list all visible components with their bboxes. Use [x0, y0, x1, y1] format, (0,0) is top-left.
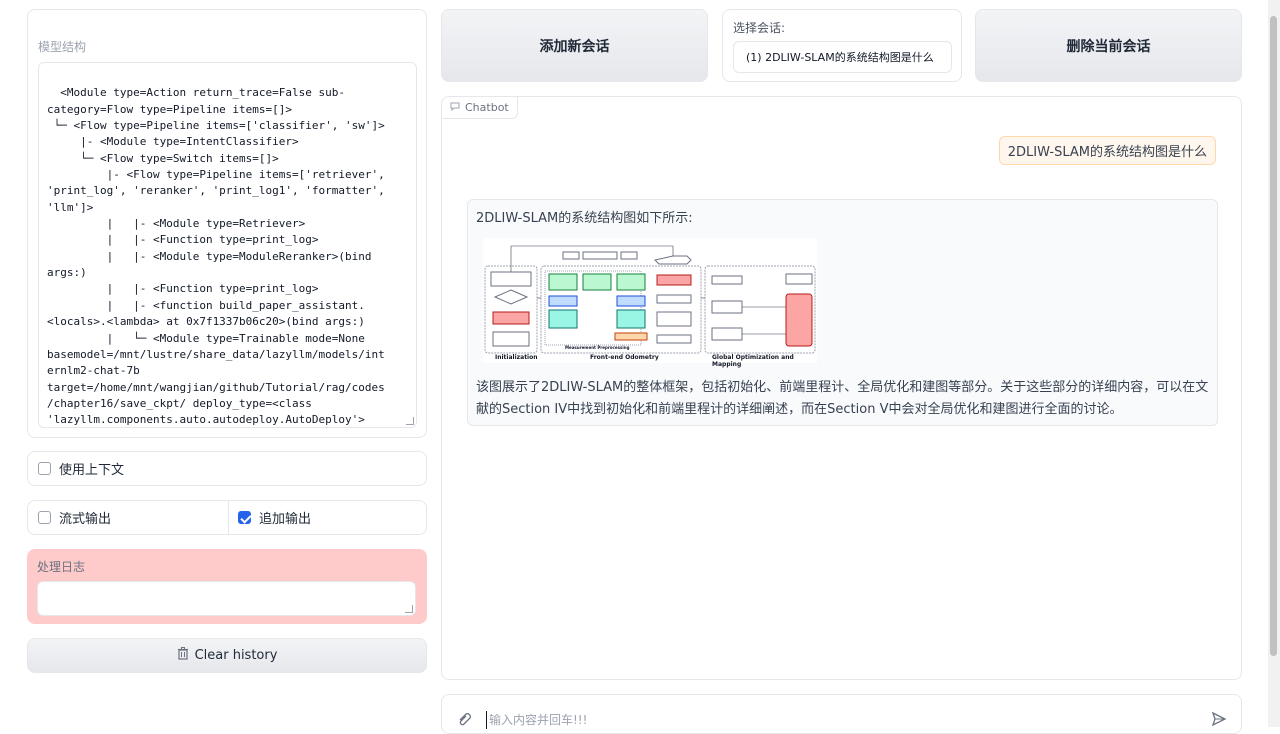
chat-input-panel: 输入内容并回车!!! [441, 694, 1242, 734]
model-structure-text: <Module type=Action return_trace=False s… [47, 86, 385, 427]
add-session-label: 添加新会话 [539, 38, 610, 55]
use-context-checkbox[interactable] [38, 462, 51, 475]
append-output-label: 追加输出 [259, 512, 312, 527]
slam-system-diagram: Initialization Measurement Preprocessing… [483, 238, 817, 368]
resize-handle-icon[interactable] [406, 417, 414, 425]
delete-session-button[interactable]: 删除当前会话 [975, 9, 1242, 82]
session-dropdown[interactable]: (1) 2DLIW-SLAM的系统结构图是什么 [733, 41, 952, 73]
append-output-checkbox[interactable] [238, 511, 251, 524]
diagram-label-init: Initialization [495, 354, 538, 361]
options-divider [228, 501, 229, 534]
log-panel: 处理日志 [27, 549, 427, 624]
stream-output-label: 流式输出 [59, 512, 112, 527]
use-context-panel: 使用上下文 [27, 451, 427, 486]
session-select-panel: 选择会话: (1) 2DLIW-SLAM的系统结构图是什么 [722, 9, 962, 82]
chatbot-panel: Chatbot 2DLIW-SLAM的系统结构图是什么 2DLIW-SLAM的系… [441, 96, 1242, 680]
chat-input-placeholder: 输入内容并回车!!! [489, 713, 588, 727]
log-label: 处理日志 [37, 560, 86, 574]
page-scrollbar-thumb[interactable] [1270, 16, 1277, 656]
send-icon[interactable] [1211, 711, 1227, 731]
clear-history-label: Clear history [194, 648, 278, 663]
log-resize-icon[interactable] [405, 605, 413, 613]
bot-intro-text: 2DLIW-SLAM的系统结构图如下所示: [476, 211, 693, 226]
diagram-label-global: Global Optimization and Mapping [712, 354, 794, 368]
chat-input[interactable]: 输入内容并回车!!! [486, 711, 1186, 729]
user-message: 2DLIW-SLAM的系统结构图是什么 [998, 136, 1216, 165]
select-session-label: 选择会话: [733, 21, 786, 35]
log-textarea[interactable] [37, 581, 416, 616]
diagram-label-frontend: Front-end Odometry [590, 354, 659, 361]
selected-session-text: (1) 2DLIW-SLAM的系统结构图是什么 [746, 51, 934, 64]
chatbot-tag: Chatbot [442, 97, 518, 119]
stream-output-checkbox[interactable] [38, 511, 51, 524]
trash-icon [177, 647, 189, 664]
page-scrollbar[interactable] [1268, 0, 1280, 727]
use-context-label: 使用上下文 [59, 463, 125, 478]
chatbot-label: Chatbot [465, 101, 509, 114]
bot-message: 2DLIW-SLAM的系统结构图如下所示: Initialization Mea… [467, 199, 1218, 426]
delete-session-label: 删除当前会话 [1066, 38, 1151, 55]
model-structure-textarea[interactable]: <Module type=Action return_trace=False s… [38, 62, 417, 428]
add-session-button[interactable]: 添加新会话 [441, 9, 708, 82]
diagram-label-measurement: Measurement Preprocessing [565, 345, 630, 350]
model-structure-label: 模型结构 [38, 40, 87, 54]
diagram-svg [484, 245, 816, 354]
paperclip-icon[interactable] [457, 711, 475, 731]
output-options-panel: 流式输出 追加输出 [27, 500, 427, 535]
chat-bubble-icon [450, 101, 460, 114]
clear-history-button[interactable]: Clear history [27, 638, 427, 673]
user-message-text: 2DLIW-SLAM的系统结构图是什么 [1007, 145, 1207, 160]
bot-body-text: 该图展示了2DLIW-SLAM的整体框架，包括初始化、前端里程计、全局优化和建图… [476, 380, 1209, 417]
